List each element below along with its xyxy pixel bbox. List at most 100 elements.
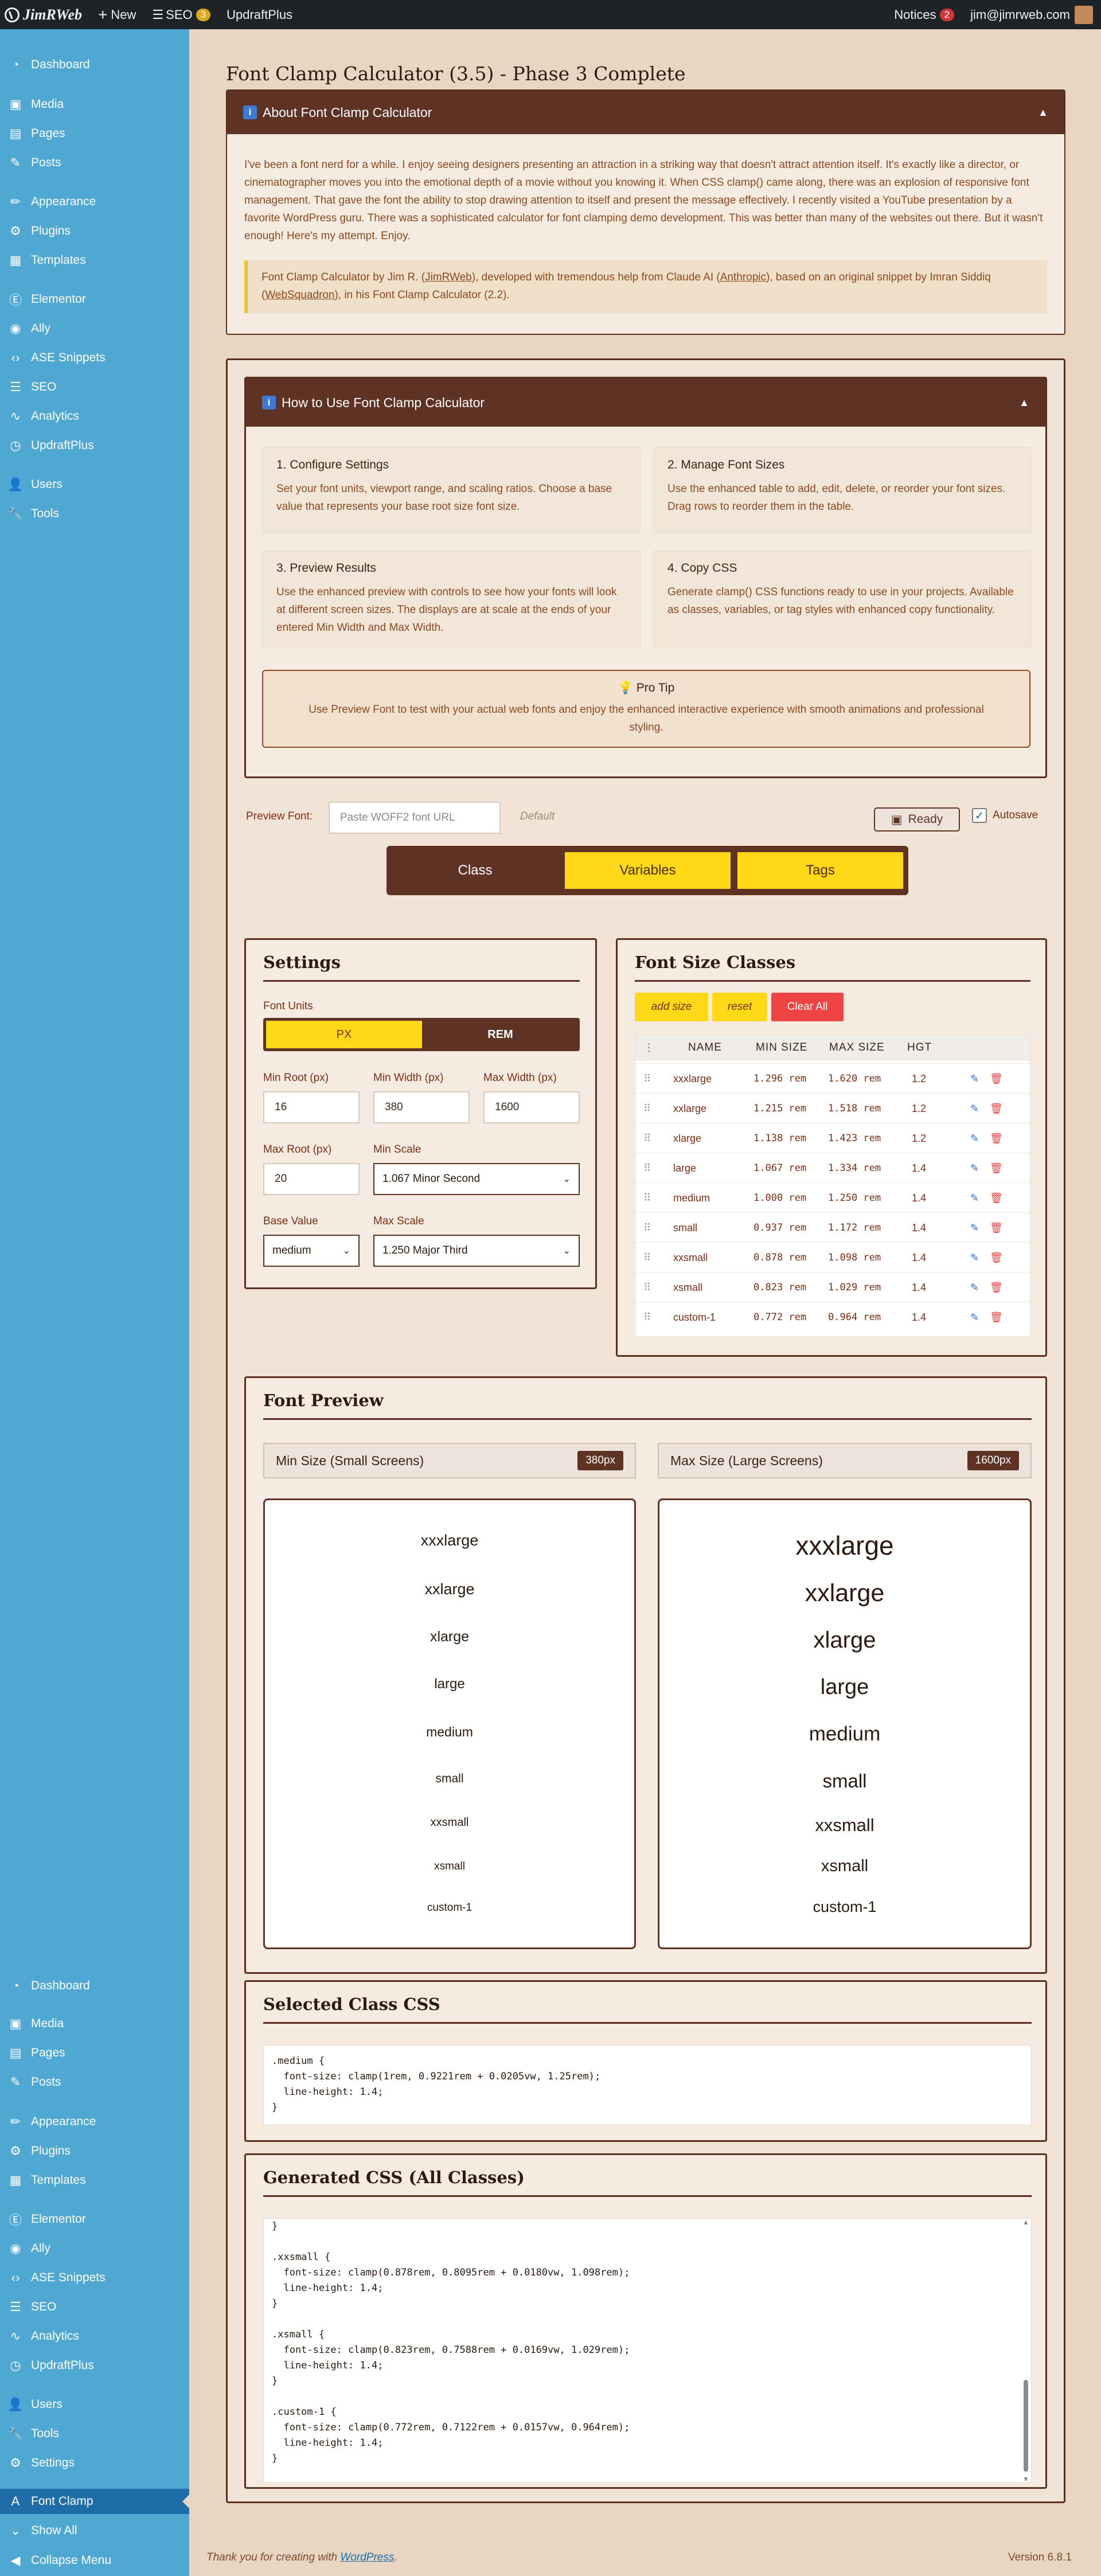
sidebar-item-collapse-menu[interactable]: ◀ Collapse Menu [0,2548,189,2573]
sidebar-item-seo[interactable]: ☰ SEO [0,2294,189,2320]
about-header[interactable]: i About Font Clamp Calculator ▲ [227,91,1064,134]
sidebar-item-appearance[interactable]: ✏ Appearance [0,189,189,214]
clear-all-button[interactable]: Clear All [771,993,844,1021]
min-root-input[interactable]: 16 [263,1091,360,1123]
table-row[interactable]: ⠿ xxxlarge 1.296 rem 1.620 rem 1.2 ✎ 🗑 [635,1063,1030,1093]
sidebar-item-posts[interactable]: ✎ Posts [0,150,189,175]
edit-icon[interactable]: ✎ [970,1064,979,1094]
delete-icon[interactable]: 🗑 [990,1123,1003,1153]
edit-icon[interactable]: ✎ [970,1153,979,1183]
sidebar-item-analytics[interactable]: ∿ Analytics [0,2324,189,2349]
sidebar-item-pages[interactable]: ▤ Pages [0,2040,189,2066]
anthropic-link[interactable]: Anthropic [720,271,766,283]
edit-icon[interactable]: ✎ [970,1123,979,1153]
sidebar-item-templates[interactable]: ▦ Templates [0,2168,189,2193]
sidebar-item-dashboard[interactable]: ◔ Dashboard [0,1973,189,1999]
table-row[interactable]: ⠿ xxlarge 1.215 rem 1.518 rem 1.2 ✎ 🗑 [635,1093,1030,1123]
drag-handle-icon[interactable]: ⠿ [643,1183,651,1213]
sidebar-item-font-clamp[interactable]: A Font Clamp [0,2489,189,2514]
tab-variables[interactable]: Variables [563,850,732,891]
sidebar-item-plugins[interactable]: ⚙ Plugins [0,2138,189,2164]
scrollbar[interactable]: ▲ ▼ [1021,2218,1030,2483]
table-row[interactable]: ⠿ xsmall 0.823 rem 1.029 rem 1.4 ✎ 🗑 [635,1272,1030,1302]
site-logo[interactable]: JimRWeb [0,0,90,29]
howto-header[interactable]: i How to Use Font Clamp Calculator ▲ [246,378,1045,427]
jimrweb-link[interactable]: JimRWeb [425,271,472,283]
edit-icon[interactable]: ✎ [970,1273,979,1302]
sidebar-item-dashboard[interactable]: ◔ Dashboard [0,52,189,77]
new-content-button[interactable]: + New [90,0,144,29]
drag-handle-icon[interactable]: ⠿ [643,1064,651,1094]
updraftplus-menu[interactable]: UpdraftPlus [218,0,300,29]
table-row[interactable]: ⠿ xxsmall 0.878 rem 1.098 rem 1.4 ✎ 🗑 [635,1242,1030,1272]
delete-icon[interactable]: 🗑 [990,1243,1003,1273]
sidebar-item-ally[interactable]: ◉ Ally [0,316,189,341]
drag-handle-icon[interactable]: ⠿ [643,1094,651,1123]
scroll-up-icon[interactable]: ▲ [1021,2218,1030,2226]
table-row[interactable]: ⠿ small 0.937 rem 1.172 rem 1.4 ✎ 🗑 [635,1212,1030,1242]
max-width-input[interactable]: 1600 [483,1091,580,1123]
drag-handle-icon[interactable]: ⠿ [643,1123,651,1153]
sidebar-item-ally[interactable]: ◉ Ally [0,2236,189,2261]
sidebar-item-elementor[interactable]: Ⓔ Elementor [0,287,189,312]
websquadron-link[interactable]: WebSquadron [265,289,334,301]
table-row[interactable]: ⠿ custom-1 0.772 rem 0.964 rem 1.4 ✎ 🗑 [635,1302,1030,1332]
sidebar-item-elementor[interactable]: Ⓔ Elementor [0,2207,189,2232]
unit-px-button[interactable]: PX [266,1021,422,1048]
delete-icon[interactable]: 🗑 [990,1213,1003,1243]
sidebar-item-posts[interactable]: ✎ Posts [0,2070,189,2095]
autosave-toggle[interactable]: ✓ Autosave [972,808,1038,823]
drag-handle-icon[interactable]: ⠿ [643,1273,651,1302]
user-menu[interactable]: jim@jimrweb.com [962,0,1101,29]
sidebar-item-ase-snippets[interactable]: ‹› ASE Snippets [0,2265,189,2290]
tab-class[interactable]: Class [391,850,560,891]
sidebar-item-seo[interactable]: ☰ SEO [0,374,189,400]
edit-icon[interactable]: ✎ [970,1094,979,1123]
max-root-input[interactable]: 20 [263,1163,360,1195]
delete-icon[interactable]: 🗑 [990,1094,1003,1123]
sidebar-item-users[interactable]: 👤 Users [0,2392,189,2417]
scroll-thumb[interactable] [1024,2380,1028,2472]
font-url-input[interactable]: Paste WOFF2 font URL [329,802,501,834]
min-width-input[interactable]: 380 [373,1091,470,1123]
sidebar-item-updraftplus[interactable]: ◷ UpdraftPlus [0,433,189,458]
edit-icon[interactable]: ✎ [970,1183,979,1213]
sidebar-item-plugins[interactable]: ⚙ Plugins [0,218,189,244]
ready-button[interactable]: ▣ Ready [874,807,960,832]
checkbox-icon[interactable]: ✓ [972,808,987,823]
notices-menu[interactable]: Notices 2 [886,0,962,29]
sidebar-item-show-all[interactable]: ⌄ Show All [0,2518,189,2543]
selected-css-code[interactable]: .medium { font-size: clamp(1rem, 0.9221r… [263,2045,1032,2125]
sidebar-item-analytics[interactable]: ∿ Analytics [0,404,189,429]
min-scale-select[interactable]: 1.067 Minor Second ⌄ [373,1163,580,1195]
sidebar-item-settings[interactable]: ⚙ Settings [0,2450,189,2476]
generated-css-code[interactable]: } .xxsmall { font-size: clamp(0.878rem, … [263,2218,1032,2483]
tab-tags[interactable]: Tags [736,850,905,891]
wordpress-link[interactable]: WordPress [340,2551,394,2563]
sidebar-item-ase-snippets[interactable]: ‹› ASE Snippets [0,345,189,370]
seo-menu[interactable]: ☰ SEO 3 [144,0,218,29]
edit-icon[interactable]: ✎ [970,1213,979,1243]
delete-icon[interactable]: 🗑 [990,1183,1003,1213]
sidebar-item-media[interactable]: ▣ Media [0,92,189,117]
edit-icon[interactable]: ✎ [970,1243,979,1273]
table-row[interactable]: ⠿ medium 1.000 rem 1.250 rem 1.4 ✎ 🗑 [635,1182,1030,1212]
drag-handle-icon[interactable]: ⠿ [643,1153,651,1183]
delete-icon[interactable]: 🗑 [990,1153,1003,1183]
unit-rem-button[interactable]: REM [424,1021,577,1048]
delete-icon[interactable]: 🗑 [990,1273,1003,1302]
sidebar-item-appearance[interactable]: ✏ Appearance [0,2109,189,2134]
sidebar-item-tools[interactable]: 🔧 Tools [0,2421,189,2446]
edit-icon[interactable]: ✎ [970,1302,979,1332]
table-row[interactable]: ⠿ xlarge 1.138 rem 1.423 rem 1.2 ✎ 🗑 [635,1123,1030,1153]
scroll-down-icon[interactable]: ▼ [1021,2475,1030,2483]
base-value-select[interactable]: medium ⌄ [263,1235,360,1267]
delete-icon[interactable]: 🗑 [990,1064,1003,1094]
delete-icon[interactable]: 🗑 [990,1302,1003,1332]
drag-handle-icon[interactable]: ⠿ [643,1213,651,1243]
max-scale-select[interactable]: 1.250 Major Third ⌄ [373,1235,580,1267]
sidebar-item-users[interactable]: 👤 Users [0,472,189,497]
reset-button[interactable]: reset [712,993,767,1021]
sidebar-item-tools[interactable]: 🔧 Tools [0,501,189,526]
sidebar-item-media[interactable]: ▣ Media [0,2011,189,2036]
